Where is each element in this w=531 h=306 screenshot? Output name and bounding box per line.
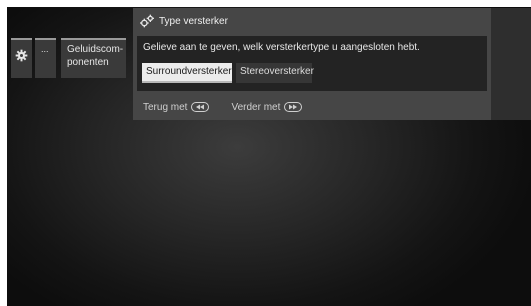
fast-forward-button-icon xyxy=(284,102,303,112)
rewind-button-icon xyxy=(191,102,210,112)
option-stereo-amplifier[interactable]: Stereoversterker xyxy=(236,63,314,83)
breadcrumb-current-line1: Geluidscom- xyxy=(67,44,124,55)
gear-icon xyxy=(15,49,28,62)
breadcrumb-settings[interactable] xyxy=(11,38,32,78)
back-hint[interactable]: Terug met xyxy=(143,101,210,113)
option-surround-amplifier[interactable]: Surroundversterker xyxy=(142,63,232,83)
gears-icon xyxy=(140,14,154,28)
breadcrumb-more-label: ... xyxy=(41,44,49,54)
dialog-header: Type versterker xyxy=(139,13,228,29)
next-hint[interactable]: Verder met xyxy=(231,101,303,113)
back-label: Terug met xyxy=(143,101,188,113)
dialog-prompt: Gelieve aan te geven, welk versterkertyp… xyxy=(143,42,420,53)
breadcrumb-more[interactable]: ... xyxy=(35,38,56,78)
tv-screen: ... Geluidscom- ponenten Type versterker… xyxy=(7,7,531,306)
amplifier-type-dialog: Type versterker Gelieve aan te geven, we… xyxy=(133,8,491,120)
dialog-title: Type versterker xyxy=(159,15,228,27)
dialog-body: Gelieve aan te geven, welk versterkertyp… xyxy=(137,36,487,91)
dialog-footer: Terug met Verder met xyxy=(143,100,324,114)
background-panel xyxy=(491,8,531,120)
next-label: Verder met xyxy=(231,101,281,113)
breadcrumb-current-line2: ponenten xyxy=(67,57,109,68)
breadcrumb-sound-components[interactable]: Geluidscom- ponenten xyxy=(61,38,126,78)
breadcrumb-current-label: Geluidscom- ponenten xyxy=(67,43,123,69)
